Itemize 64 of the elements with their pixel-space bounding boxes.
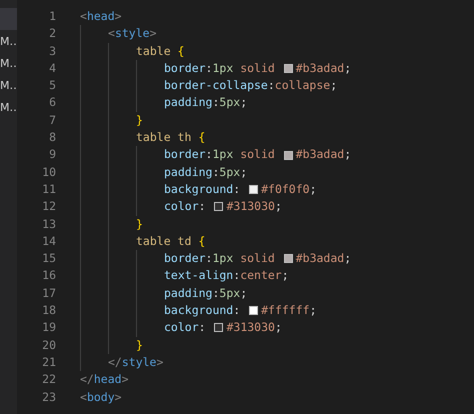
code-text: #b3adad; xyxy=(296,146,352,164)
line-number: 15 xyxy=(41,250,56,268)
code-text: padding:5px; xyxy=(164,284,248,302)
explorer-item[interactable]: M… xyxy=(0,30,17,52)
code-text: text-align:center; xyxy=(164,267,289,284)
code-text: color: xyxy=(164,198,207,216)
line-number: 16 xyxy=(41,267,56,284)
line-number: 2 xyxy=(48,25,56,42)
line-number: 6 xyxy=(48,94,56,112)
code-text: #313030; xyxy=(226,198,282,216)
code-text: #b3adad; xyxy=(296,60,352,77)
code-text: #f0f0f0; xyxy=(261,180,317,198)
color-swatch-icon[interactable] xyxy=(214,202,224,212)
line-number: 18 xyxy=(41,302,56,320)
code-text: <body> xyxy=(80,388,122,406)
code-text: table { xyxy=(136,42,184,60)
code-text: } xyxy=(136,112,143,129)
line-number: 9 xyxy=(48,146,56,164)
code-text: #b3adad; xyxy=(296,250,352,268)
code-text: } xyxy=(136,216,143,233)
line-number: 14 xyxy=(41,232,56,250)
code-text: #313030; xyxy=(226,319,282,336)
code-text: <head> xyxy=(80,8,122,25)
line-number: 21 xyxy=(41,354,56,371)
line-number: 4 xyxy=(48,60,56,77)
code-text: </style> xyxy=(108,354,164,371)
color-swatch-icon[interactable] xyxy=(249,185,258,194)
code-text: background: xyxy=(164,180,242,198)
line-number: 12 xyxy=(41,198,56,216)
line-number: 5 xyxy=(48,77,56,94)
line-number: 8 xyxy=(48,129,56,146)
code-text: border:1px solid xyxy=(164,60,276,77)
explorer-item[interactable]: M… xyxy=(0,96,17,118)
color-swatch-icon[interactable] xyxy=(284,150,293,160)
code-text: border-collapse:collapse; xyxy=(164,77,338,94)
line-number: 17 xyxy=(41,284,56,302)
explorer-item[interactable]: M… xyxy=(0,52,17,74)
color-swatch-icon[interactable] xyxy=(214,323,224,332)
line-number: 1 xyxy=(48,8,56,25)
line-number: 3 xyxy=(48,42,56,60)
code-text: } xyxy=(136,336,143,354)
line-number: 10 xyxy=(41,164,56,181)
line-number: 13 xyxy=(41,216,56,233)
code-text: padding:5px; xyxy=(164,94,248,112)
color-swatch-icon[interactable] xyxy=(284,64,293,74)
line-number: 23 xyxy=(41,388,56,406)
explorer-item[interactable]: M… xyxy=(0,74,17,96)
code-text: padding:5px; xyxy=(164,164,248,181)
line-number: 22 xyxy=(41,371,56,388)
code-text: border:1px solid xyxy=(164,250,276,268)
line-number: 20 xyxy=(41,336,56,354)
code-text: table th { xyxy=(136,129,206,146)
line-number: 7 xyxy=(48,112,56,129)
code-text: <style> xyxy=(108,25,156,42)
code-text: #ffffff; xyxy=(261,302,317,320)
line-number: 19 xyxy=(41,319,56,336)
color-swatch-icon[interactable] xyxy=(249,306,258,316)
color-swatch-icon[interactable] xyxy=(284,254,293,264)
code-text: border:1px solid xyxy=(164,146,276,164)
line-number: 11 xyxy=(41,180,56,198)
code-text: table td { xyxy=(136,232,206,250)
code-text: </head> xyxy=(80,371,128,388)
code-text: color: xyxy=(164,319,207,336)
code-text: background: xyxy=(164,302,242,320)
